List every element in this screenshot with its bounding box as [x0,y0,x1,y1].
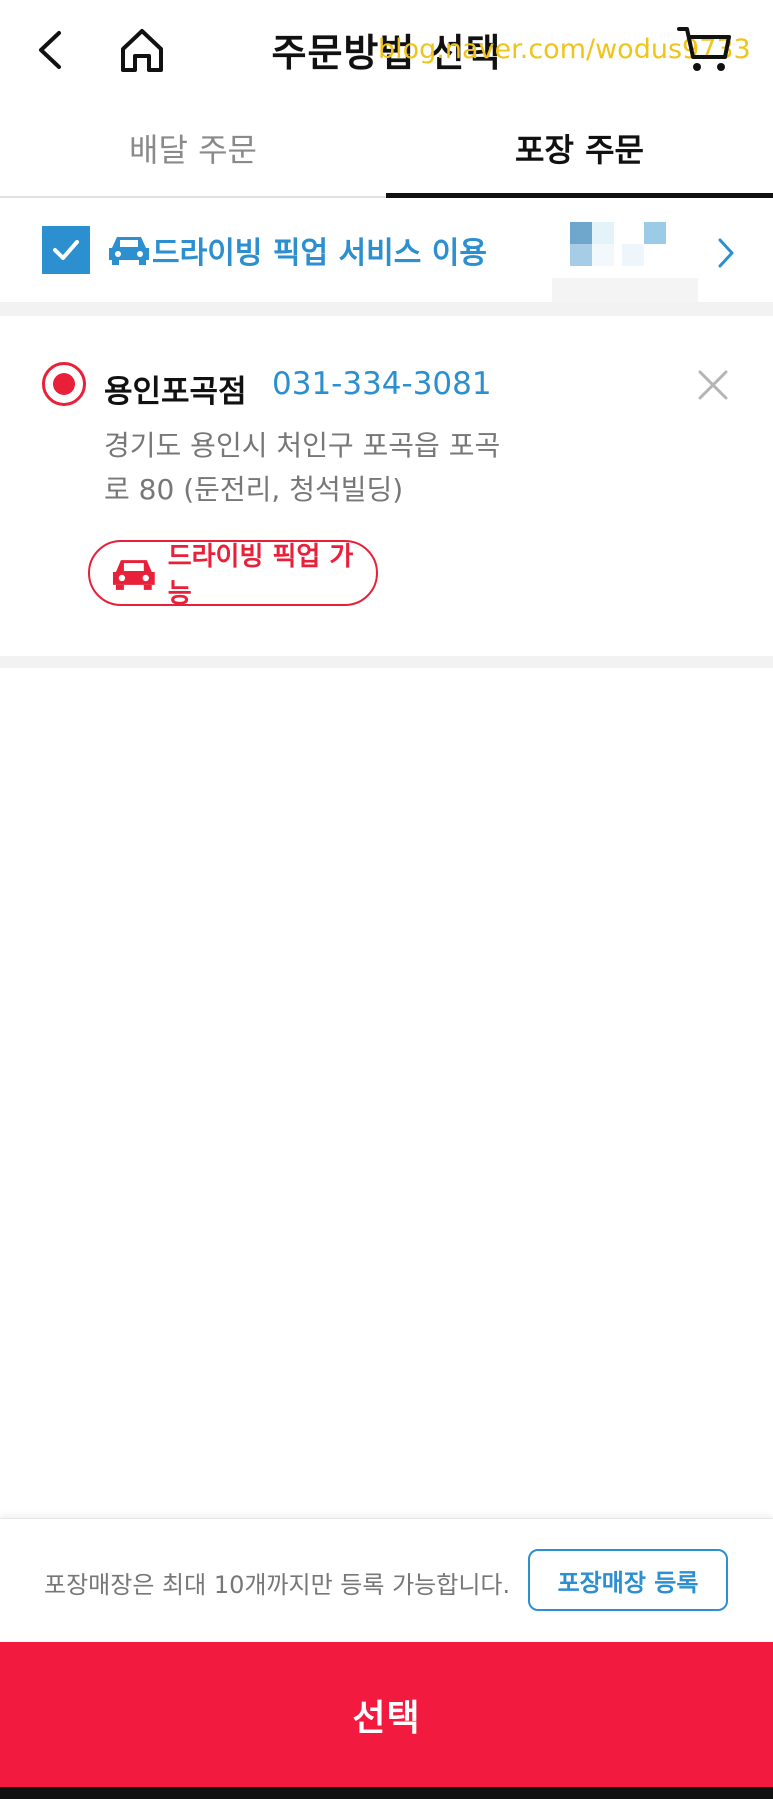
checkmark-icon [53,240,79,260]
drive-pickup-label: 드라이빙 픽업 서비스 이용 [152,236,487,271]
drive-pickup-badge: 드라이빙 픽업 가능 [88,540,378,609]
select-button[interactable]: 선택 [0,1642,773,1787]
car-icon [112,560,155,590]
drive-pickup-checkbox[interactable] [42,226,90,274]
cart-icon [677,27,731,71]
app-header: 주문방법 선택 blog.naver.com/wodus9733 [0,0,773,100]
bottom-register-bar: 포장매장은 최대 10개까지만 등록 가능합니다. 포장매장 등록 [0,1518,773,1643]
store-card[interactable]: 용인포곡점 031-334-3081 경기도 용인시 처인구 포곡읍 포곡로 8… [0,316,773,656]
radio-selected-dot [53,373,75,395]
system-nav-bar [0,1787,773,1799]
register-store-button[interactable]: 포장매장 등록 [528,1549,728,1611]
section-divider [0,656,773,668]
order-type-tabs: 배달 주문 포장 주문 [0,100,773,198]
cart-button[interactable] [670,20,740,80]
store-limit-notice: 포장매장은 최대 10개까지만 등록 가능합니다. [44,1571,511,1599]
section-divider [0,302,773,316]
store-radio[interactable] [42,362,86,406]
store-name: 용인포곡점 [104,374,247,410]
close-icon[interactable] [694,366,732,404]
store-phone[interactable]: 031-334-3081 [272,366,492,402]
drive-pickup-row[interactable]: 드라이빙 픽업 서비스 이용 [0,198,773,340]
tab-pickup[interactable]: 포장 주문 [386,100,773,196]
store-address: 경기도 용인시 처인구 포곡읍 포곡로 80 (둔전리, 청석빌딩) [104,429,501,506]
car-icon [109,237,149,265]
badge-label: 드라이빙 픽업 가능 [167,542,354,609]
chevron-right-icon [718,238,734,268]
tab-delivery[interactable]: 배달 주문 [0,100,386,196]
